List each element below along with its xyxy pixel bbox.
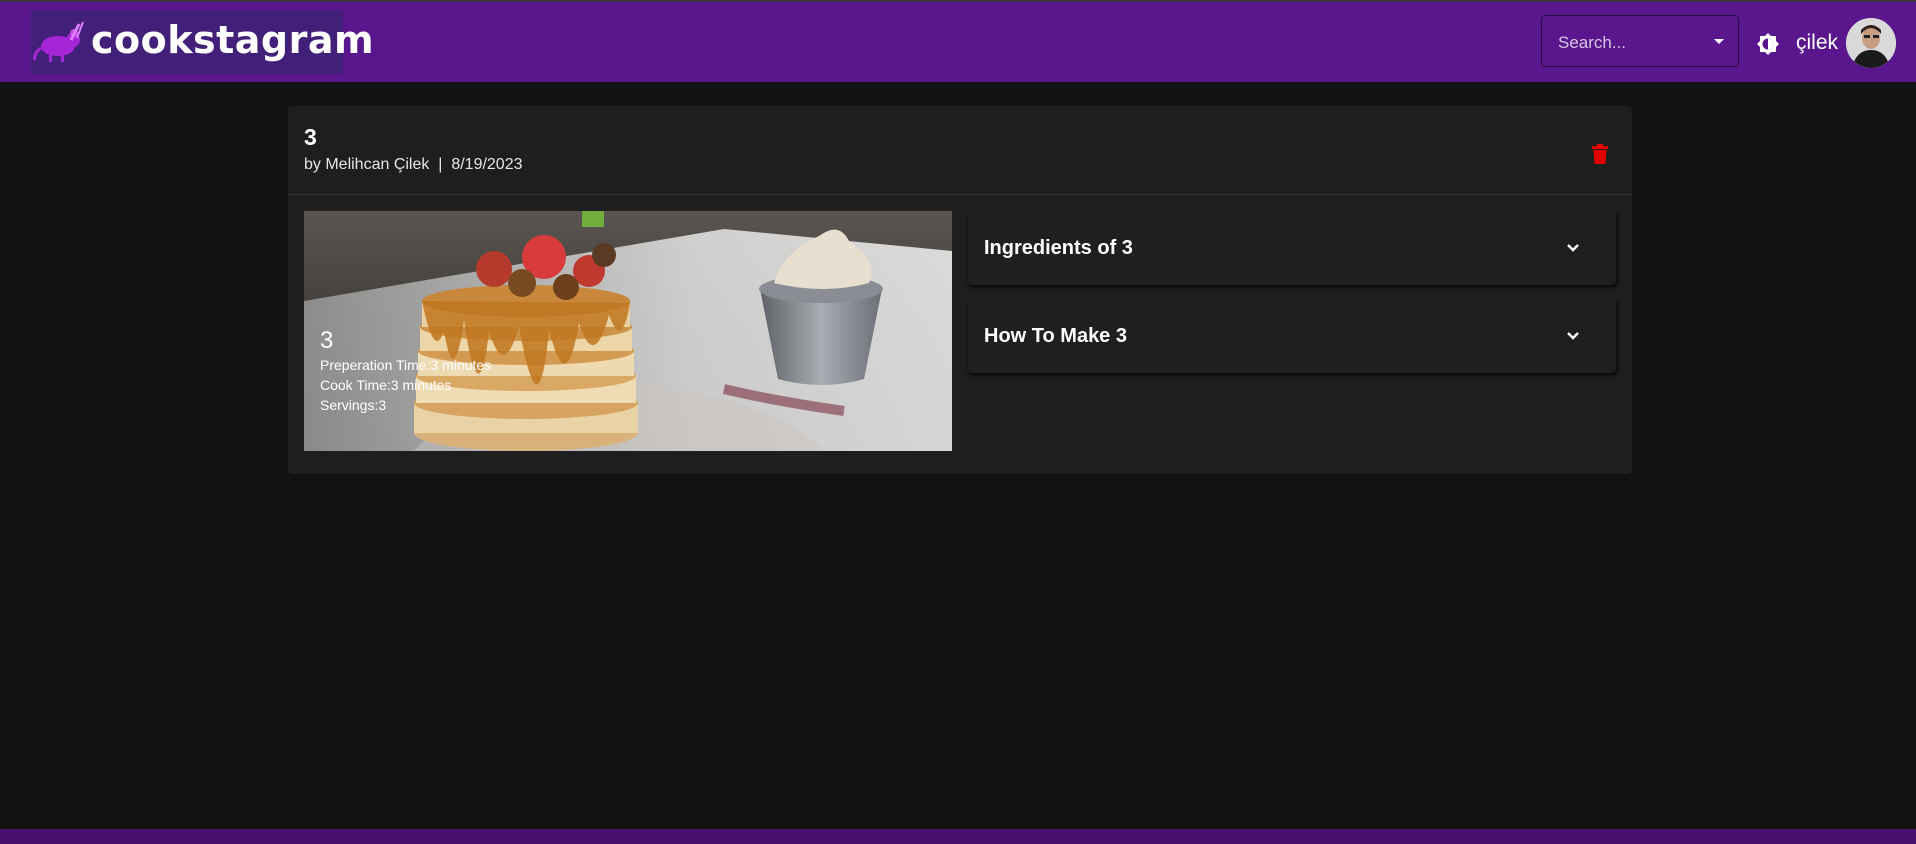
- search-box[interactable]: [1541, 15, 1739, 67]
- username[interactable]: çilek: [1796, 31, 1838, 55]
- recipe-card: 3 by Melihcan Çilek | 8/19/2023 3 Preper…: [288, 106, 1632, 474]
- brand-name: cookstagram: [91, 18, 375, 62]
- ingredients-accordion[interactable]: Ingredients of 3: [968, 211, 1616, 285]
- footer-bar: [0, 829, 1916, 844]
- chevron-down-icon[interactable]: [1564, 239, 1582, 257]
- prep-time: Preperation Time:3 minutes: [320, 357, 492, 373]
- rat-chef-icon: [31, 10, 89, 74]
- how-to-make-accordion[interactable]: How To Make 3: [968, 299, 1616, 373]
- dropdown-caret-icon[interactable]: [1714, 39, 1724, 44]
- app-bar: cookstagram çilek: [0, 2, 1916, 82]
- trash-icon: [1592, 144, 1608, 164]
- recipe-title: 3: [304, 124, 317, 150]
- how-to-make-label: How To Make 3: [984, 325, 1127, 347]
- image-title: 3: [320, 327, 334, 354]
- avatar[interactable]: [1846, 18, 1896, 68]
- recipe-byline: by Melihcan Çilek | 8/19/2023: [304, 156, 523, 173]
- servings: Servings:3: [320, 397, 387, 413]
- search-input[interactable]: [1556, 29, 1710, 57]
- card-divider: [288, 194, 1632, 195]
- delete-button[interactable]: [1585, 139, 1615, 169]
- brightness-icon[interactable]: [1756, 32, 1780, 56]
- recipe-image: 3 Preperation Time:3 minutes Cook Time:3…: [304, 211, 952, 451]
- chevron-down-icon[interactable]: [1564, 327, 1582, 345]
- cook-time: Cook Time:3 minutes: [320, 377, 452, 393]
- brand-logo[interactable]: cookstagram: [31, 10, 374, 74]
- image-overlay: 3 Preperation Time:3 minutes Cook Time:3…: [320, 327, 491, 415]
- ingredients-label: Ingredients of 3: [984, 237, 1133, 259]
